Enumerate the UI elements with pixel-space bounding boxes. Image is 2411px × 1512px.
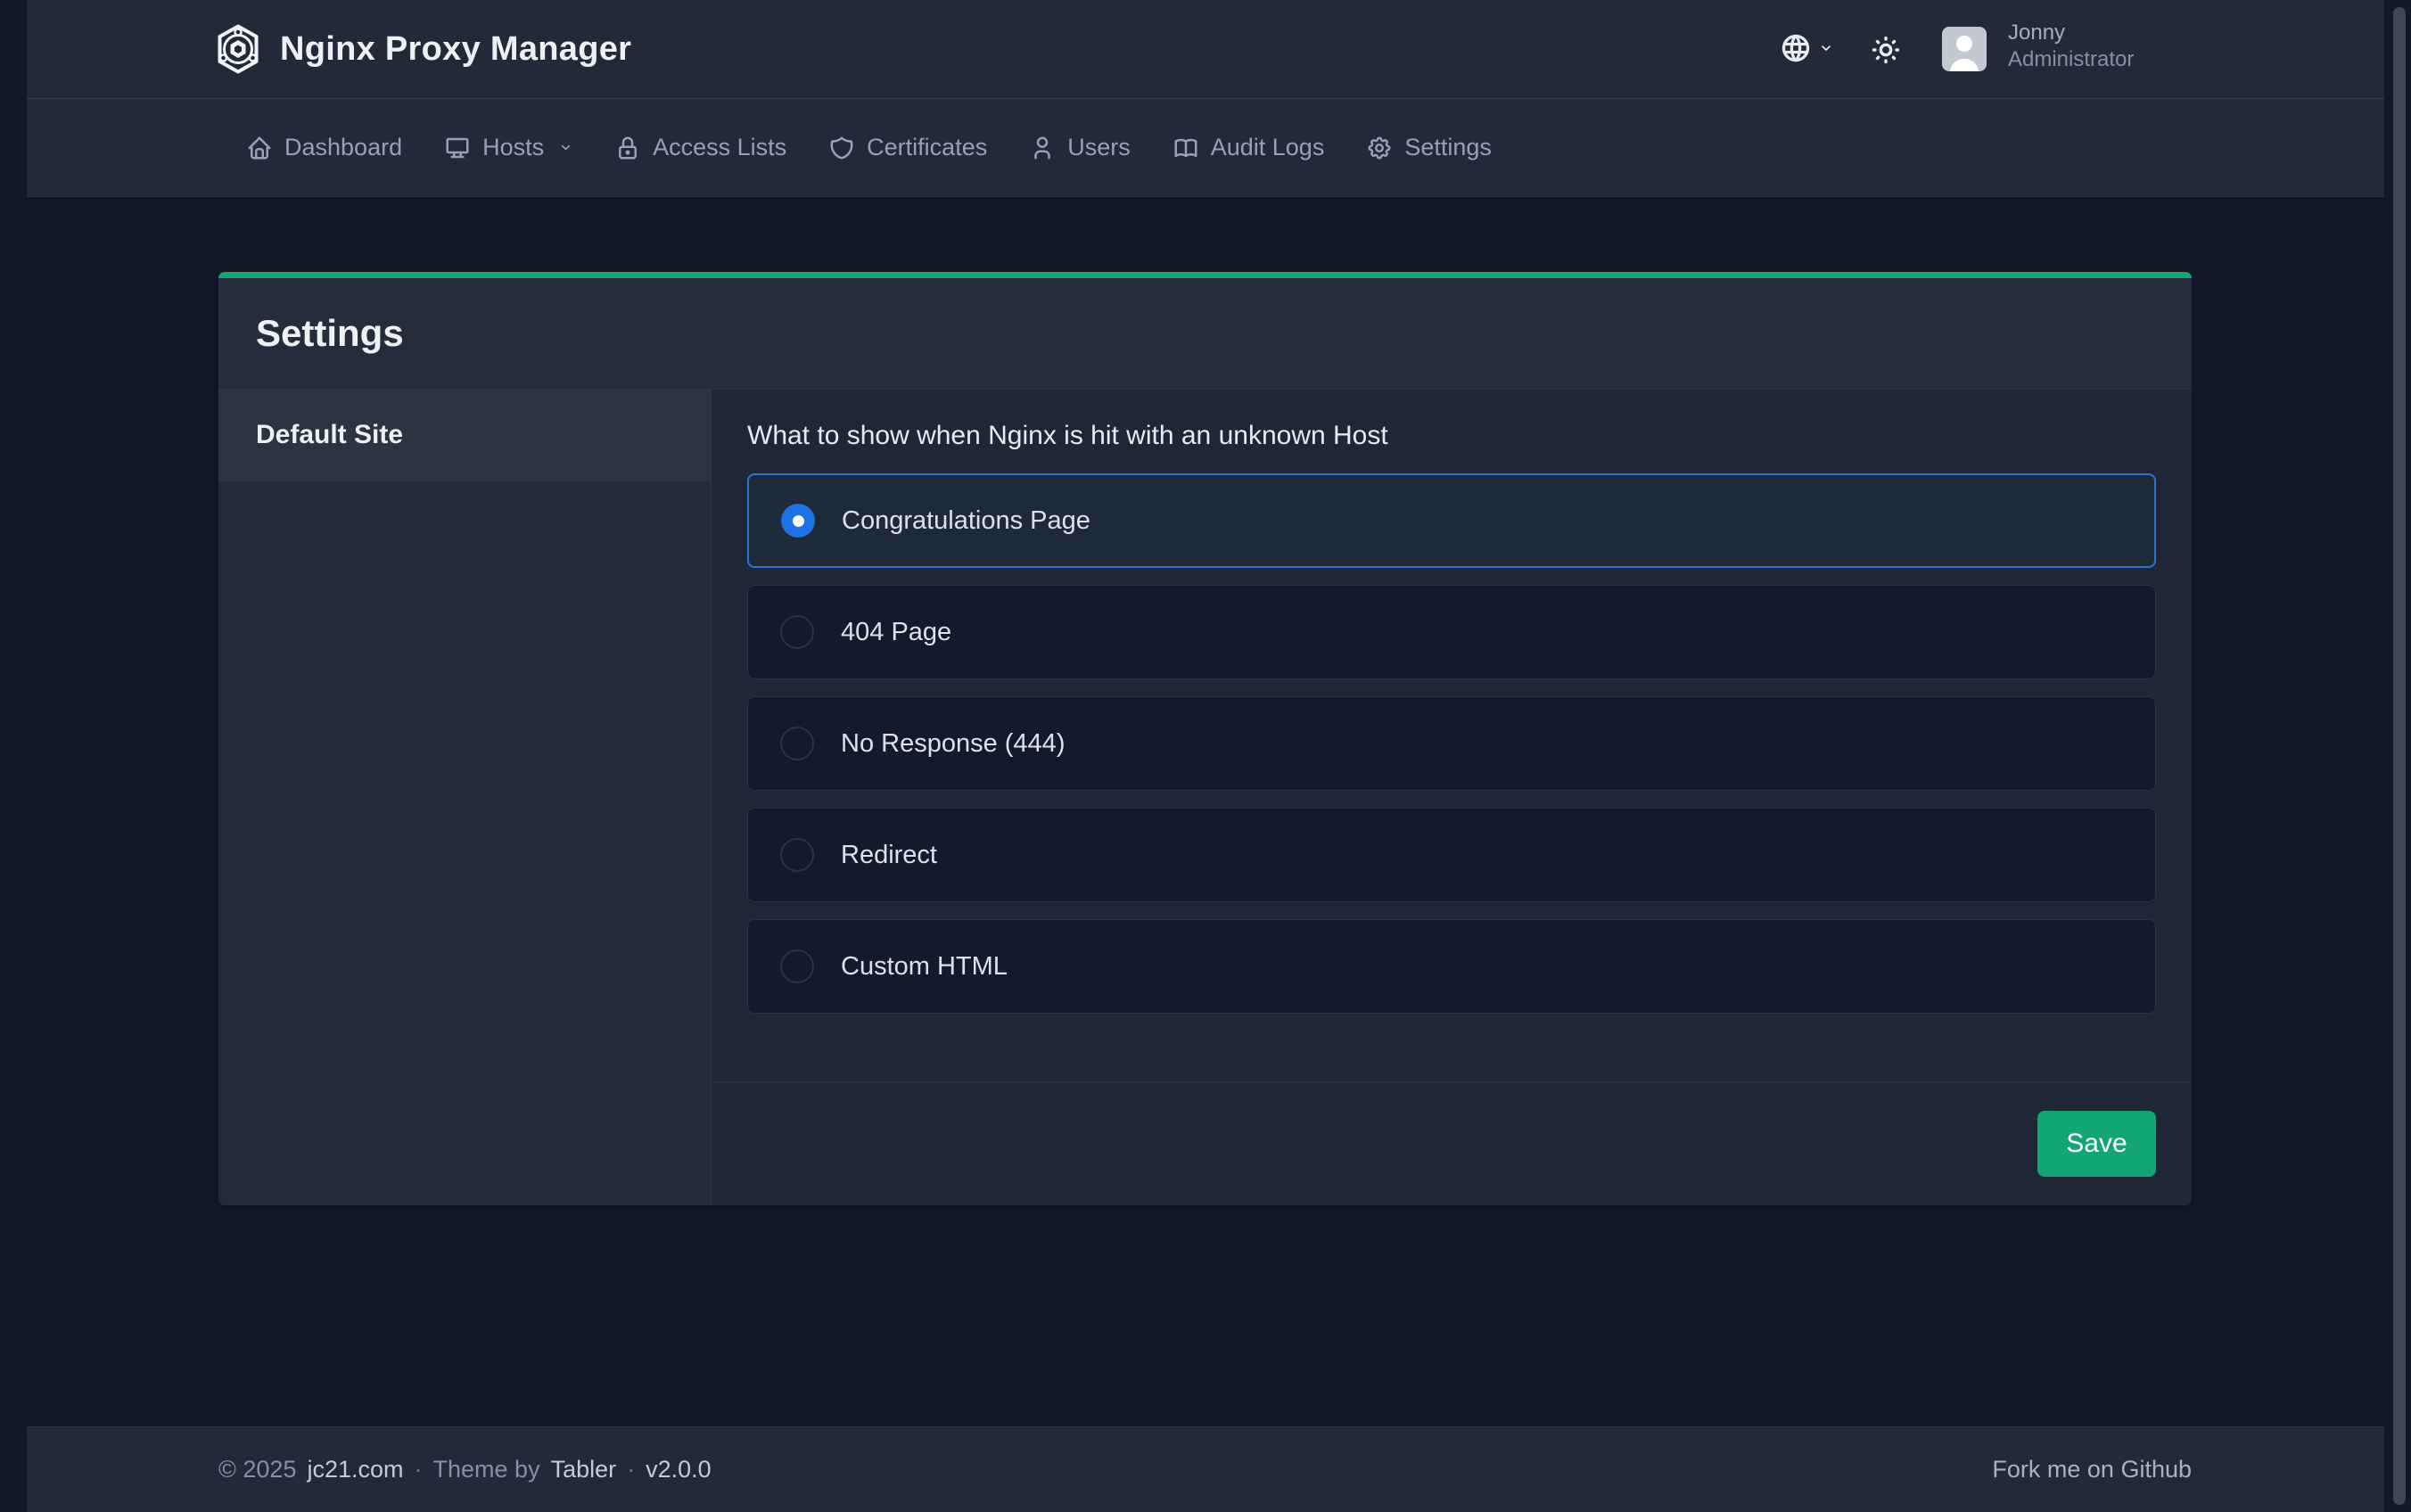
user-role: Administrator xyxy=(2008,46,2134,73)
globe-icon xyxy=(1780,32,1812,64)
option-label: Custom HTML xyxy=(841,952,1008,982)
nav-item-users[interactable]: Users xyxy=(1029,134,1131,161)
user-name: Jonny xyxy=(2008,20,2134,46)
sun-icon xyxy=(1871,35,1901,65)
settings-card-body: Default Site What to show when Nginx is … xyxy=(218,390,2192,1205)
home-icon xyxy=(246,135,273,161)
chevron-down-icon xyxy=(559,141,572,154)
sidebar-item-label: Default Site xyxy=(256,420,403,450)
user-menu[interactable]: Jonny Administrator xyxy=(2008,20,2134,73)
main-nav: Dashboard Hosts Access Lists Certificate… xyxy=(27,98,2384,197)
shield-icon xyxy=(828,135,855,161)
radio-button[interactable] xyxy=(781,504,815,538)
tabler-link[interactable]: Tabler xyxy=(551,1456,617,1483)
option-label: Redirect xyxy=(841,841,937,870)
person-silhouette-icon xyxy=(1942,27,1987,71)
nav-item-hosts[interactable]: Hosts xyxy=(444,134,572,161)
npm-logo-icon xyxy=(216,21,260,77)
nav-item-access-lists[interactable]: Access Lists xyxy=(614,134,786,161)
book-icon xyxy=(1173,135,1199,161)
card-footer: Save xyxy=(712,1081,2192,1205)
nav-label: Users xyxy=(1067,134,1131,161)
nav-item-audit-logs[interactable]: Audit Logs xyxy=(1173,134,1325,161)
nav-label: Settings xyxy=(1404,134,1492,161)
version-link[interactable]: v2.0.0 xyxy=(646,1456,712,1483)
separator-dot: · xyxy=(415,1456,423,1483)
default-site-question: What to show when Nginx is hit with an u… xyxy=(747,420,2156,452)
default-site-options: Congratulations Page 404 Page No Respons… xyxy=(747,473,2156,1014)
theme-toggle-button[interactable] xyxy=(1871,35,1901,65)
nav-label: Access Lists xyxy=(653,134,786,161)
page-footer: © 2025 jc21.com · Theme by Tabler · v2.0… xyxy=(27,1426,2384,1512)
footer-credits: © 2025 jc21.com · Theme by Tabler · v2.0… xyxy=(218,1456,712,1483)
gear-icon xyxy=(1366,135,1393,161)
option-custom-html[interactable]: Custom HTML xyxy=(747,919,2156,1014)
save-button[interactable]: Save xyxy=(2037,1111,2156,1177)
chevron-down-icon xyxy=(1819,41,1833,55)
radio-button[interactable] xyxy=(780,949,814,983)
app-header: Nginx Proxy Manager Jonny Administrato xyxy=(27,0,2384,98)
radio-button[interactable] xyxy=(780,615,814,649)
nav-item-dashboard[interactable]: Dashboard xyxy=(246,134,402,161)
fork-github-link[interactable]: Fork me on Github xyxy=(1992,1456,2192,1483)
option-congratulations-page[interactable]: Congratulations Page xyxy=(747,473,2156,568)
lock-icon xyxy=(614,135,641,161)
nav-label: Certificates xyxy=(867,134,987,161)
option-label: No Response (444) xyxy=(841,729,1065,759)
language-menu-button[interactable] xyxy=(1780,32,1833,64)
nav-item-certificates[interactable]: Certificates xyxy=(828,134,987,161)
nav-label: Audit Logs xyxy=(1211,134,1325,161)
sidebar-item-default-site[interactable]: Default Site xyxy=(218,390,711,481)
top-chrome: Nginx Proxy Manager Jonny Administrato xyxy=(27,0,2384,197)
settings-card-header: Settings xyxy=(218,278,2192,390)
jc21-link[interactable]: jc21.com xyxy=(307,1456,403,1483)
theme-by-text: Theme by xyxy=(433,1456,540,1483)
app-title: Nginx Proxy Manager xyxy=(280,0,631,98)
option-404-page[interactable]: 404 Page xyxy=(747,585,2156,679)
default-site-panel: What to show when Nginx is hit with an u… xyxy=(712,390,2192,1205)
avatar[interactable] xyxy=(1942,27,1987,71)
copyright-text: © 2025 xyxy=(218,1456,296,1483)
nav-label: Hosts xyxy=(482,134,544,161)
radio-button[interactable] xyxy=(780,838,814,872)
option-label: Congratulations Page xyxy=(842,506,1090,536)
user-icon xyxy=(1029,135,1056,161)
vertical-scrollbar[interactable] xyxy=(2393,7,2406,1505)
page-title: Settings xyxy=(256,312,404,355)
nav-label: Dashboard xyxy=(284,134,402,161)
option-redirect[interactable]: Redirect xyxy=(747,808,2156,902)
nav-item-settings[interactable]: Settings xyxy=(1366,134,1492,161)
separator-dot: · xyxy=(627,1456,635,1483)
settings-card: Settings Default Site What to show when … xyxy=(218,272,2192,1205)
monitor-icon xyxy=(444,135,471,161)
option-no-response[interactable]: No Response (444) xyxy=(747,696,2156,791)
settings-sidebar: Default Site xyxy=(218,390,712,1205)
option-label: 404 Page xyxy=(841,618,951,647)
radio-button[interactable] xyxy=(780,727,814,760)
